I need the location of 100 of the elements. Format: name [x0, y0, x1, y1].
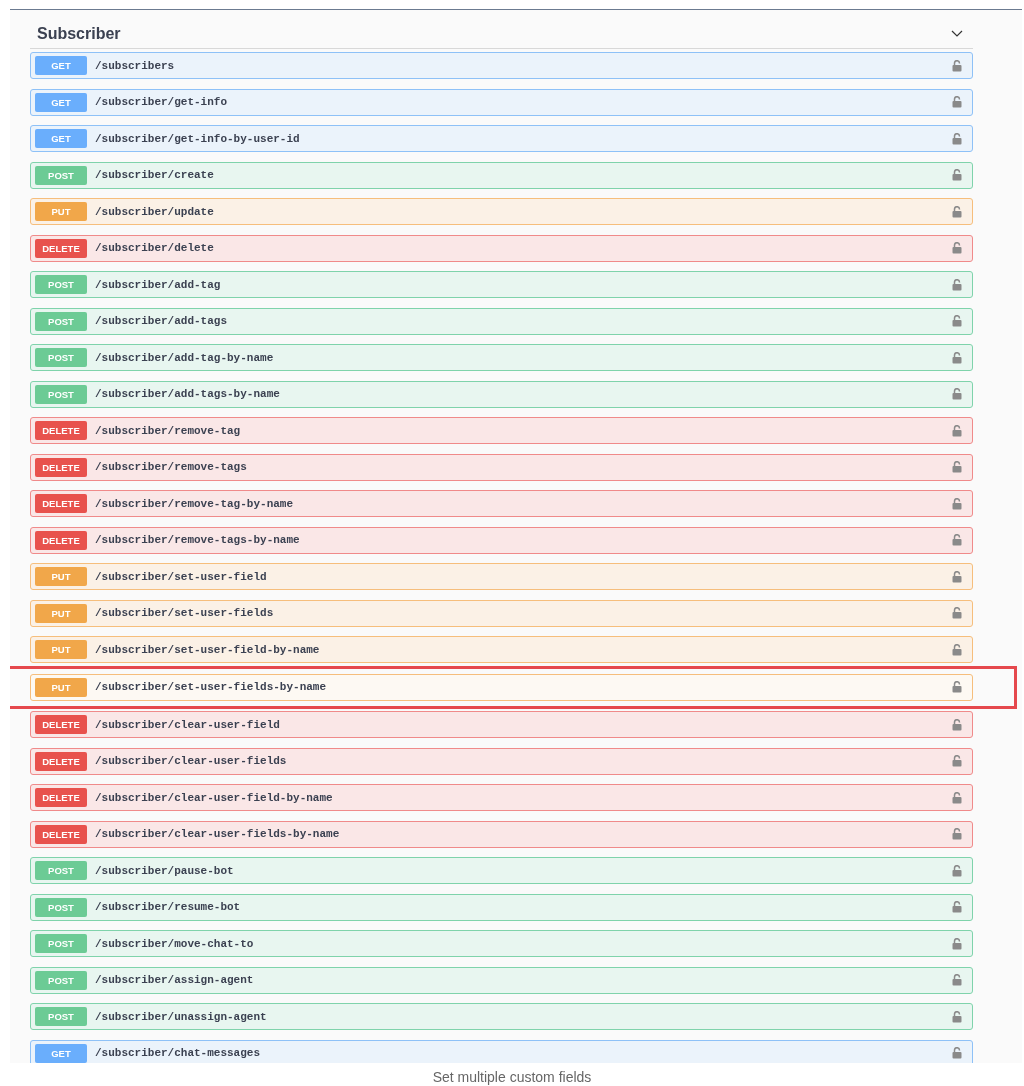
endpoint-path: /subscriber/add-tags-by-name [95, 388, 281, 400]
method-badge: POST [35, 1007, 87, 1026]
endpoint-row[interactable]: DELETE /subscriber/clear-user-field-by-name [30, 784, 973, 811]
endpoint-row[interactable]: GET /subscriber/get-info [30, 88, 973, 116]
endpoint-row[interactable]: POST /subscriber/move-chat-to [30, 930, 973, 957]
lock-icon[interactable] [952, 461, 962, 473]
endpoint-row[interactable]: POST /subscriber/add-tag [30, 271, 973, 298]
method-badge: POST [35, 311, 87, 331]
lock-icon[interactable] [952, 497, 962, 510]
endpoint-row[interactable]: POST /subscriber/add-tags-by-name [30, 380, 973, 408]
lock-icon[interactable] [952, 974, 962, 986]
endpoint-row[interactable]: POST /subscriber/unassign-agent [30, 1003, 973, 1030]
endpoint-row[interactable]: POST /subscriber/resume-bot [30, 893, 973, 921]
lock-icon[interactable] [952, 901, 962, 913]
endpoint-path: /subscriber/chat-messages [95, 1047, 262, 1059]
endpoint-path: /subscribers [95, 59, 176, 72]
lock-icon[interactable] [952, 791, 962, 804]
method-badge: DELETE [35, 715, 87, 734]
lock-icon[interactable] [952, 424, 962, 437]
method-badge: GET [35, 1043, 87, 1063]
method-badge: POST [35, 970, 87, 990]
lock-icon[interactable] [952, 278, 962, 291]
method-badge: GET [35, 129, 87, 148]
lock-icon[interactable] [952, 643, 962, 656]
endpoint-path: /subscriber/resume-bot [95, 901, 242, 913]
lock-icon[interactable] [952, 315, 962, 327]
lock-icon[interactable] [952, 96, 962, 108]
method-badge: DELETE [35, 457, 87, 477]
lock-icon[interactable] [952, 755, 962, 767]
endpoint-row[interactable]: POST /subscriber/create [30, 161, 973, 189]
endpoint-path: /subscriber/unassign-agent [95, 1010, 268, 1023]
endpoint-path: /subscriber/clear-user-field [95, 718, 281, 731]
endpoint-path: /subscriber/set-user-fields-by-name [95, 681, 328, 693]
endpoint-path: /subscriber/pause-bot [95, 864, 235, 877]
lock-icon[interactable] [952, 205, 962, 218]
method-badge: GET [35, 92, 87, 112]
method-badge: DELETE [35, 238, 87, 258]
endpoint-path: /subscriber/move-chat-to [95, 937, 255, 950]
method-badge: POST [35, 897, 87, 917]
endpoint-row[interactable]: GET /subscriber/get-info-by-user-id [30, 125, 973, 152]
endpoint-path: /subscriber/remove-tag [95, 424, 242, 437]
endpoint-row[interactable]: DELETE /subscriber/clear-user-field [30, 711, 973, 738]
method-badge: POST [35, 861, 87, 880]
lock-icon[interactable] [952, 718, 962, 731]
lock-icon[interactable] [952, 388, 962, 400]
method-badge: PUT [35, 677, 87, 697]
chevron-icon[interactable] [951, 30, 963, 38]
endpoint-row[interactable]: DELETE /subscriber/remove-tag-by-name [30, 490, 973, 517]
lock-icon[interactable] [952, 242, 962, 254]
endpoint-path: /subscriber/add-tags [95, 315, 229, 327]
method-badge: POST [35, 934, 87, 953]
endpoint-row[interactable]: DELETE /subscriber/clear-user-fields-by-name [30, 820, 973, 848]
lock-icon[interactable] [952, 132, 962, 145]
lock-icon[interactable] [952, 937, 962, 950]
endpoint-row[interactable]: PUT /subscriber/set-user-field-by-name [30, 636, 973, 663]
method-badge: PUT [35, 202, 87, 221]
endpoint-path: /subscriber/assign-agent [95, 974, 255, 986]
method-badge: PUT [35, 567, 87, 586]
endpoint-row[interactable]: DELETE /subscriber/remove-tags [30, 453, 973, 481]
endpoint-path: /subscriber/remove-tag-by-name [95, 497, 295, 510]
endpoint-row[interactable]: DELETE /subscriber/remove-tags-by-name [30, 526, 973, 554]
endpoint-row[interactable]: POST /subscriber/assign-agent [30, 966, 973, 994]
endpoint-path: /subscriber/remove-tags-by-name [95, 534, 301, 546]
endpoint-path: /subscriber/update [95, 205, 215, 218]
lock-icon[interactable] [952, 570, 962, 583]
endpoint-path: /subscriber/create [95, 169, 215, 181]
endpoint-row[interactable]: GET /subscribers [30, 52, 973, 79]
lock-icon[interactable] [952, 828, 962, 840]
lock-icon[interactable] [952, 1047, 962, 1059]
lock-icon[interactable] [952, 1010, 962, 1023]
lock-icon[interactable] [952, 681, 962, 693]
endpoint-row[interactable]: PUT /subscriber/set-user-fields-by-name [30, 673, 973, 701]
endpoint-path: /subscriber/remove-tags [95, 461, 248, 473]
section-title: Subscriber [37, 25, 121, 43]
endpoint-row[interactable]: GET /subscriber/chat-messages [30, 1039, 973, 1063]
endpoint-row[interactable]: PUT /subscriber/update [30, 198, 973, 225]
endpoint-row[interactable]: POST /subscriber/add-tags [30, 307, 973, 335]
endpoint-path: /subscriber/add-tag-by-name [95, 351, 275, 364]
lock-icon[interactable] [952, 59, 962, 72]
lock-icon[interactable] [952, 534, 962, 546]
endpoint-path: /subscriber/set-user-field [95, 570, 268, 583]
method-badge: DELETE [35, 530, 87, 550]
endpoint-row[interactable]: POST /subscriber/add-tag-by-name [30, 344, 973, 371]
endpoint-path: /subscriber/get-info [95, 96, 229, 108]
lock-icon[interactable] [952, 607, 962, 619]
lock-icon[interactable] [952, 864, 962, 877]
method-badge: GET [35, 56, 87, 75]
method-badge: PUT [35, 640, 87, 659]
endpoint-row[interactable]: PUT /subscriber/set-user-fields [30, 599, 973, 627]
endpoint-row[interactable]: DELETE /subscriber/clear-user-fields [30, 747, 973, 775]
endpoint-row[interactable]: DELETE /subscriber/remove-tag [30, 417, 973, 444]
lock-icon[interactable] [952, 169, 962, 181]
endpoint-row[interactable]: POST /subscriber/pause-bot [30, 857, 973, 884]
method-badge: PUT [35, 603, 87, 623]
method-badge: POST [35, 275, 87, 294]
lock-icon[interactable] [952, 351, 962, 364]
endpoint-row[interactable]: PUT /subscriber/set-user-field [30, 563, 973, 590]
endpoint-path: /subscriber/add-tag [95, 278, 222, 291]
method-badge: POST [35, 384, 87, 404]
endpoint-row[interactable]: DELETE /subscriber/delete [30, 234, 973, 262]
